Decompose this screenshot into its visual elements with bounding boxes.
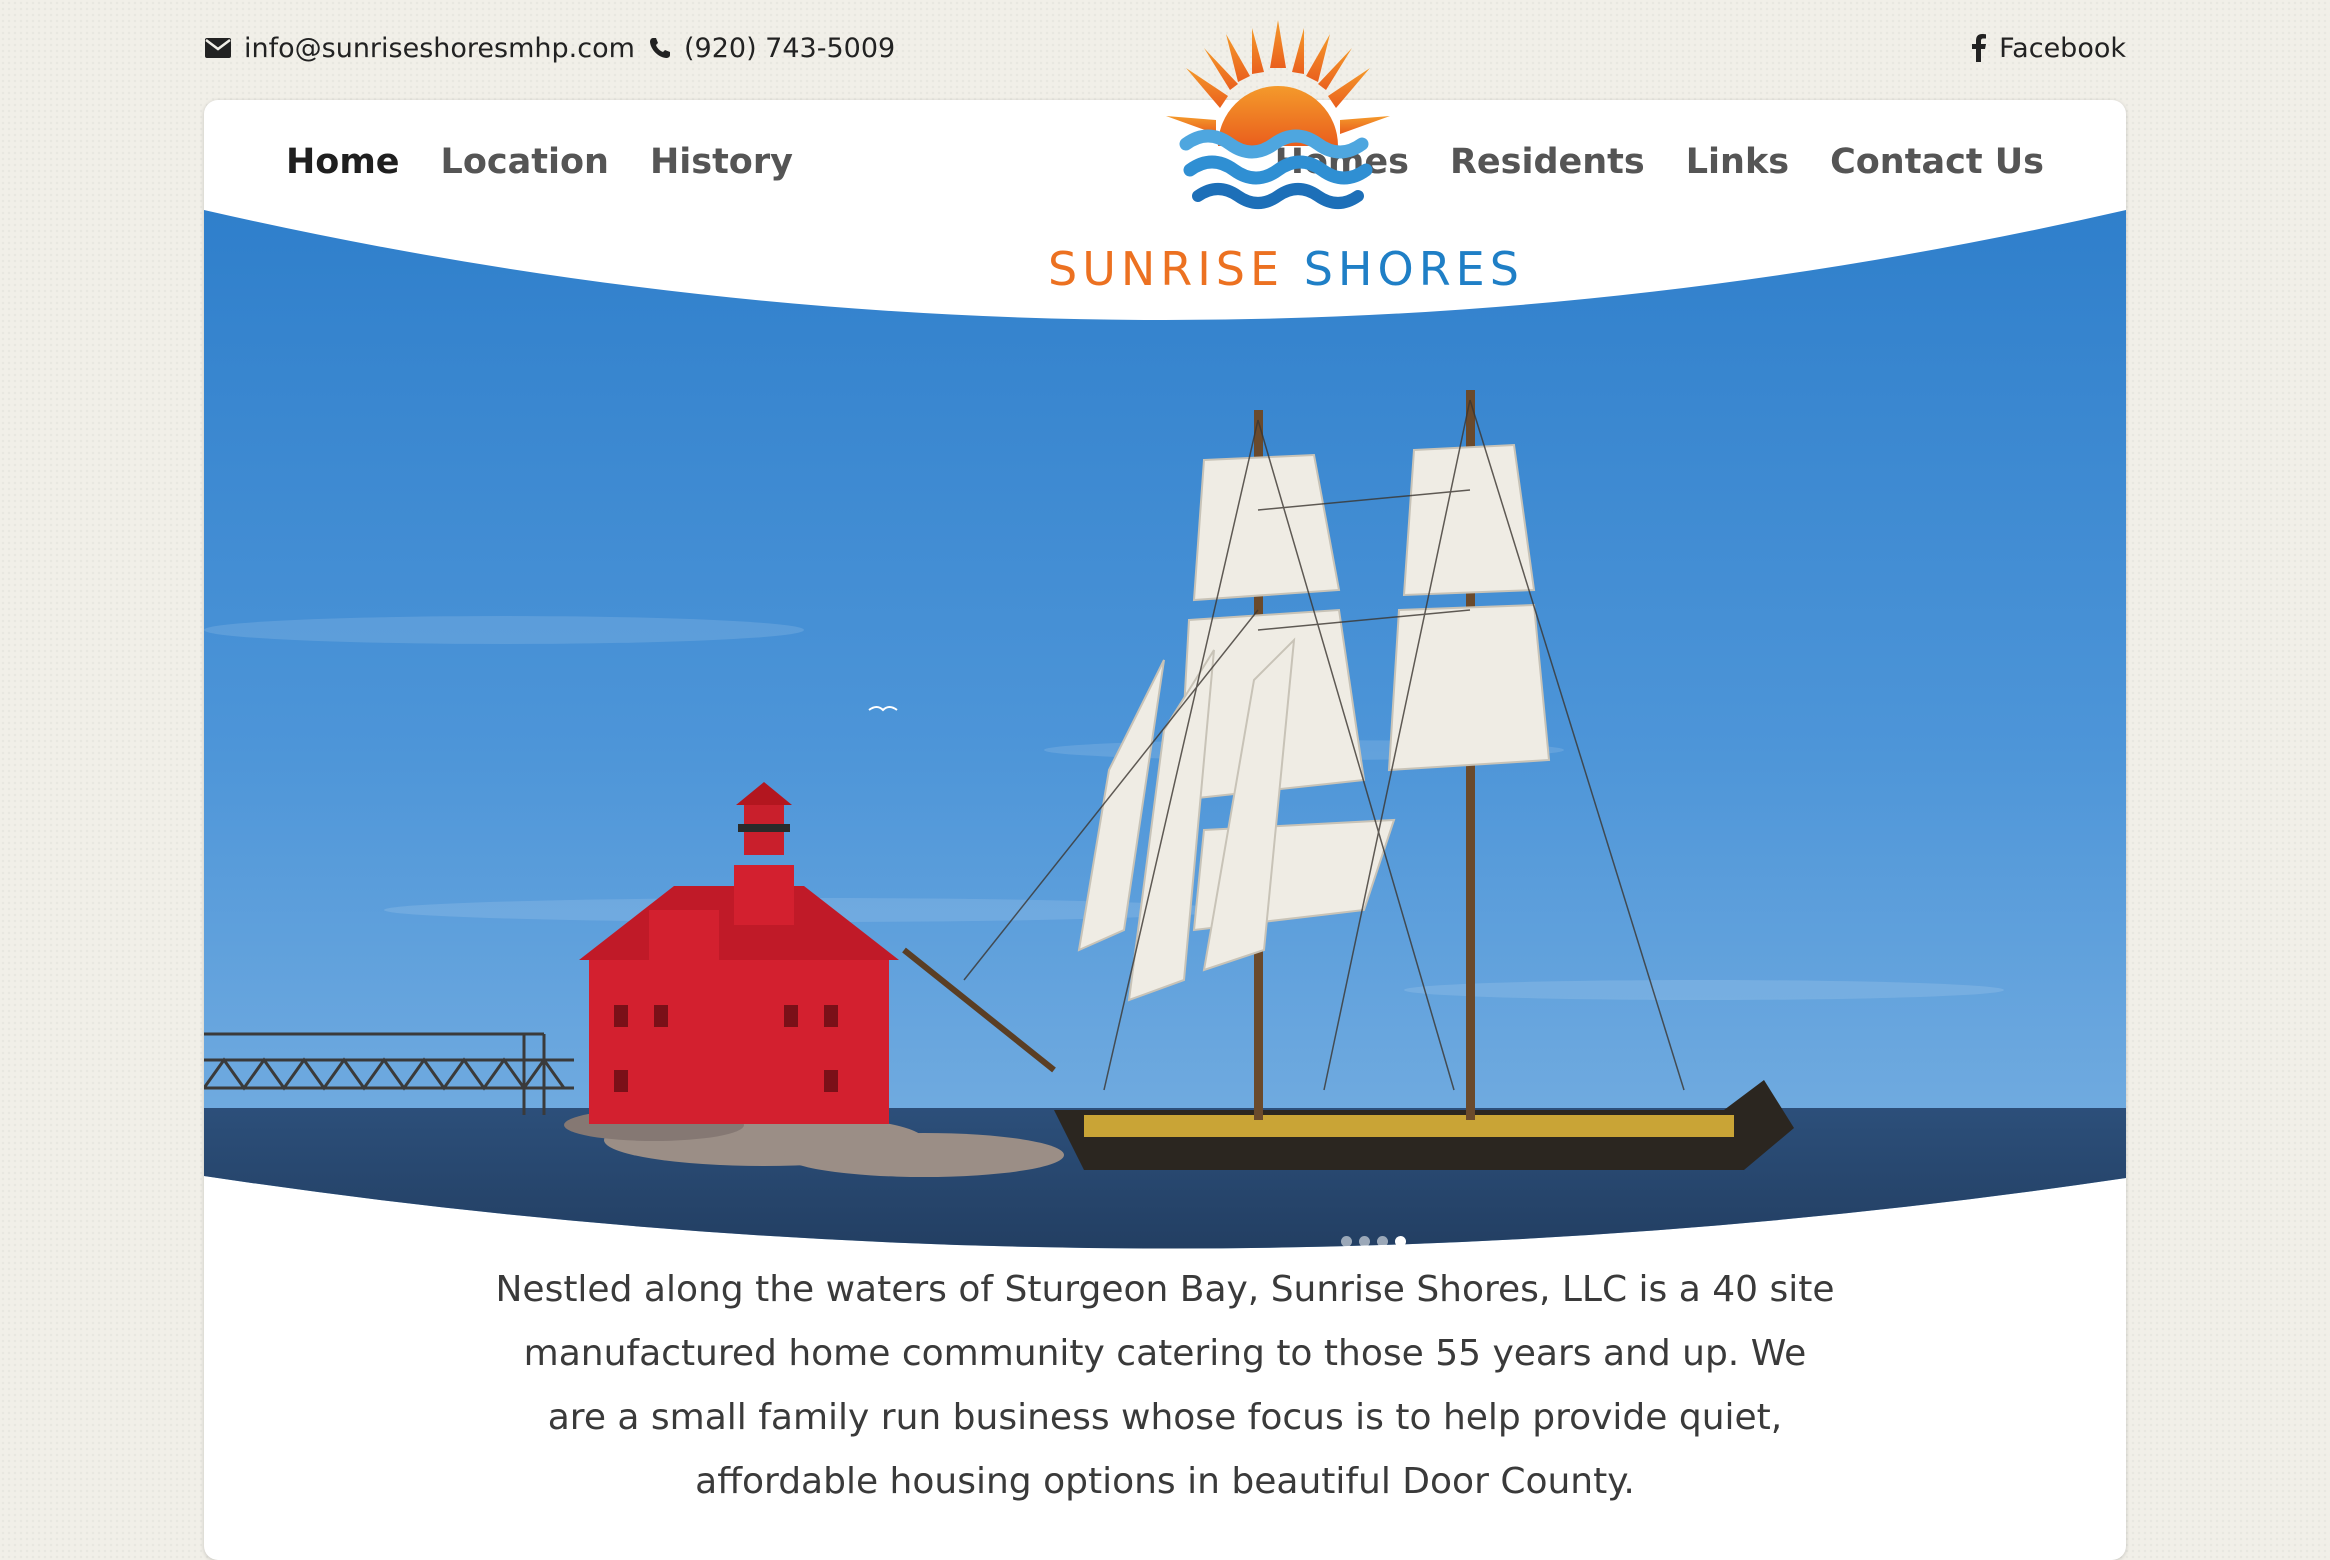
intro-paragraph: Nestled along the waters of Sturgeon Bay… bbox=[495, 1269, 1835, 1502]
sun-waves-logo-icon bbox=[1166, 20, 1390, 209]
phone-link[interactable]: (920) 743-5009 bbox=[648, 28, 895, 68]
hero-image bbox=[204, 210, 2126, 1249]
facebook-text: Facebook bbox=[1999, 32, 2126, 64]
phone-icon bbox=[648, 36, 672, 60]
nav-location[interactable]: Location bbox=[441, 138, 609, 186]
facebook-link[interactable]: Facebook bbox=[1971, 28, 2126, 68]
slider-dot-active[interactable] bbox=[1395, 1236, 1406, 1247]
slider-dot[interactable] bbox=[1341, 1236, 1352, 1247]
intro-section: Nestled along the waters of Sturgeon Bay… bbox=[0, 1258, 2330, 1514]
email-text: info@sunriseshoresmhp.com bbox=[244, 32, 635, 64]
nav-history[interactable]: History bbox=[650, 138, 793, 186]
facebook-icon bbox=[1971, 34, 1987, 62]
primary-nav-left: Home Location History bbox=[286, 138, 793, 186]
nav-links[interactable]: Links bbox=[1686, 138, 1789, 186]
logo-word-shores: SHORES bbox=[1303, 242, 1524, 296]
nav-home[interactable]: Home bbox=[286, 138, 400, 186]
logo-word-sunrise: SUNRISE bbox=[1048, 242, 1285, 296]
slider-dot[interactable] bbox=[1377, 1236, 1388, 1247]
slider-dot[interactable] bbox=[1359, 1236, 1370, 1247]
nav-contact-us[interactable]: Contact Us bbox=[1830, 138, 2044, 186]
slider-pagination bbox=[1341, 1236, 1406, 1247]
site-logo[interactable]: SUNRISE SHORES bbox=[1048, 16, 1519, 296]
email-link[interactable]: info@sunriseshoresmhp.com bbox=[204, 28, 635, 68]
phone-text: (920) 743-5009 bbox=[684, 32, 896, 64]
hero-slider bbox=[204, 210, 2126, 1280]
logo-wordmark: SUNRISE SHORES bbox=[1048, 242, 1519, 296]
envelope-icon bbox=[204, 37, 232, 59]
